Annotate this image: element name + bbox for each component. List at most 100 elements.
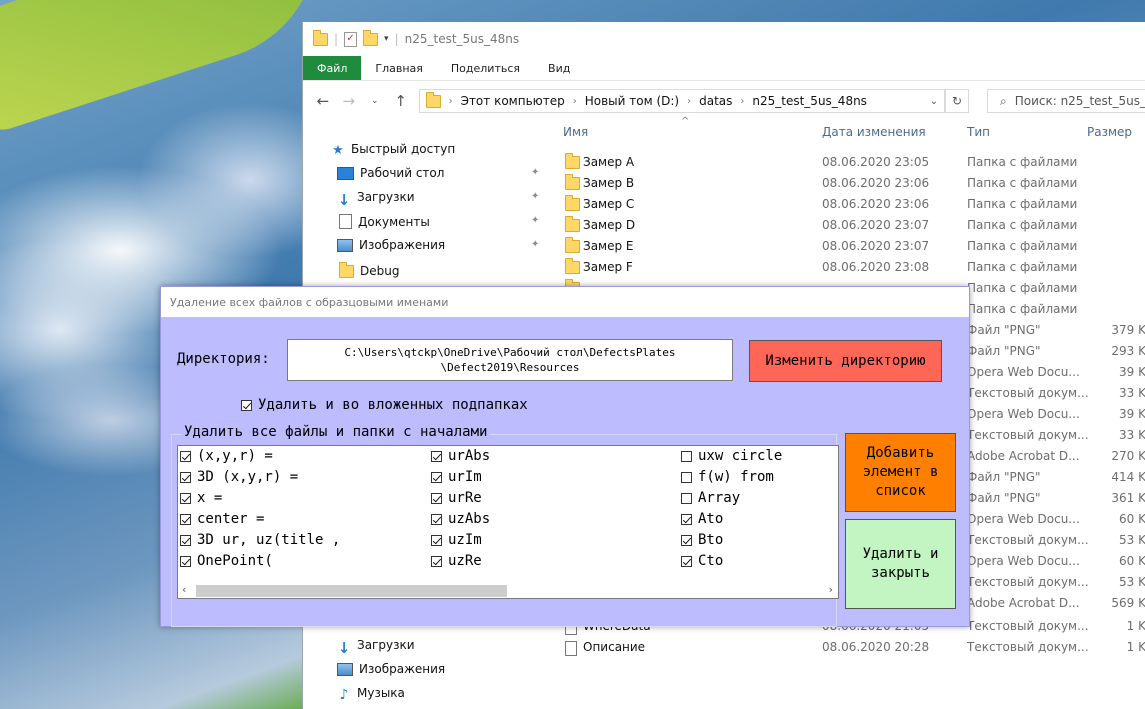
folder-icon: [565, 195, 580, 211]
address-dropdown-icon[interactable]: ⌄: [930, 96, 938, 107]
item-checkbox[interactable]: [681, 555, 692, 567]
nav-item-documents[interactable]: Документы: [339, 214, 430, 229]
chevron-right-icon[interactable]: ›: [740, 96, 744, 107]
delete-and-close-button[interactable]: Удалить и закрыть: [845, 519, 956, 609]
list-item[interactable]: Cto: [681, 553, 723, 569]
tab-home[interactable]: Главная: [361, 56, 437, 80]
list-item[interactable]: 3D (x,y,r) =: [180, 469, 298, 485]
file-row[interactable]: Замер A 08.06.2020 23:05 Папка с файлами: [563, 152, 1145, 173]
item-checkbox[interactable]: [681, 471, 692, 483]
column-size[interactable]: Размер: [1087, 125, 1132, 139]
file-row[interactable]: Описание 08.06.2020 20:28 Текстовый докум.…: [563, 637, 1145, 658]
item-checkbox[interactable]: [180, 555, 191, 567]
list-item[interactable]: f(w) from: [681, 469, 774, 485]
item-checkbox[interactable]: [431, 513, 442, 525]
scroll-left-icon[interactable]: ‹: [181, 583, 188, 596]
list-item[interactable]: uxw circle: [681, 448, 782, 464]
chevron-right-icon[interactable]: ›: [449, 96, 453, 107]
list-item[interactable]: Bto: [681, 532, 723, 548]
list-item[interactable]: OnePoint(: [180, 553, 273, 569]
item-checkbox[interactable]: [431, 534, 442, 546]
search-input[interactable]: ⌕ Поиск: n25_test_5us_48ns: [986, 89, 1145, 113]
pin-icon[interactable]: ✦: [531, 215, 539, 226]
file-row[interactable]: Замер E 08.06.2020 23:07 Папка с файлами: [563, 236, 1145, 257]
subfolders-checkbox[interactable]: [241, 399, 252, 411]
list-item[interactable]: 3D ur, uz(title ,: [180, 532, 340, 548]
item-checkbox[interactable]: [681, 534, 692, 546]
list-item[interactable]: x =: [180, 490, 222, 506]
item-checkbox[interactable]: [681, 450, 692, 462]
breadcrumb-item[interactable]: n25_test_5us_48ns: [752, 94, 867, 108]
back-arrow-icon[interactable]: ←: [315, 92, 331, 110]
nav-item-debug[interactable]: Debug: [339, 261, 400, 278]
breadcrumb-item[interactable]: Новый том (D:): [585, 94, 679, 108]
nav-item-downloads[interactable]: ↓ Загрузки: [337, 190, 415, 209]
tab-share[interactable]: Поделиться: [437, 56, 534, 80]
refresh-button[interactable]: ↻: [945, 89, 969, 113]
file-row[interactable]: Замер C 08.06.2020 23:06 Папка с файлами: [563, 194, 1145, 215]
scrollbar-thumb[interactable]: [196, 585, 507, 597]
chevron-right-icon[interactable]: ›: [573, 96, 577, 107]
nav-item-downloads[interactable]: ↓ Загрузки: [337, 638, 415, 657]
recent-locations-chevron-icon[interactable]: ⌄: [367, 96, 383, 106]
list-item[interactable]: center =: [180, 511, 264, 527]
list-item[interactable]: urRe: [431, 490, 482, 506]
prefix-checklist[interactable]: (x,y,r) = 3D (x,y,r) = x = center = 3D u…: [177, 445, 839, 599]
tab-file[interactable]: Файл: [303, 56, 362, 80]
item-checkbox[interactable]: [431, 492, 442, 504]
forward-arrow-icon[interactable]: →: [341, 92, 357, 110]
new-folder-icon[interactable]: [363, 29, 379, 46]
column-name[interactable]: Имя: [563, 125, 588, 139]
delete-files-dialog: Удаление всех файлов с образцовыми имена…: [160, 286, 970, 627]
pin-icon[interactable]: ✦: [531, 167, 539, 178]
item-checkbox[interactable]: [180, 450, 191, 462]
column-type[interactable]: Тип: [967, 125, 990, 139]
folder-icon[interactable]: [313, 29, 328, 46]
file-row[interactable]: Замер B 08.06.2020 23:06 Папка с файлами: [563, 173, 1145, 194]
item-checkbox[interactable]: [180, 534, 191, 546]
item-checkbox[interactable]: [431, 471, 442, 483]
pin-icon[interactable]: ✦: [531, 239, 539, 250]
column-date[interactable]: Дата изменения: [822, 125, 926, 139]
item-checkbox[interactable]: [431, 450, 442, 462]
list-item[interactable]: Array: [681, 490, 740, 506]
up-arrow-icon[interactable]: ↑: [393, 92, 409, 110]
nav-item-label: Debug: [360, 264, 400, 278]
nav-item-music[interactable]: ♪ Музыка: [337, 686, 405, 703]
horizontal-scrollbar[interactable]: ‹ ›: [178, 582, 838, 598]
list-item[interactable]: (x,y,r) =: [180, 448, 273, 464]
pin-icon[interactable]: ✦: [531, 191, 539, 202]
file-row[interactable]: Замер D 08.06.2020 23:07 Папка с файлами: [563, 215, 1145, 236]
scroll-right-icon[interactable]: ›: [827, 583, 834, 596]
nav-item-quick-access[interactable]: ★ Быстрый доступ: [331, 142, 456, 158]
address-bar[interactable]: › Этот компьютер › Новый том (D:) › data…: [418, 89, 946, 113]
item-checkbox[interactable]: [681, 513, 692, 525]
nav-item-images[interactable]: Изображения: [337, 662, 445, 676]
item-checkbox[interactable]: [180, 492, 191, 504]
list-item[interactable]: urAbs: [431, 448, 490, 464]
properties-icon[interactable]: ✓: [344, 31, 358, 47]
nav-item-desktop[interactable]: Рабочий стол: [337, 166, 444, 180]
list-item[interactable]: uzIm: [431, 532, 482, 548]
item-checkbox[interactable]: [180, 513, 191, 525]
breadcrumb-item[interactable]: Этот компьютер: [461, 94, 565, 108]
nav-item-label: Быстрый доступ: [351, 142, 456, 156]
folder-icon: [565, 237, 580, 253]
item-checkbox[interactable]: [681, 492, 692, 504]
change-directory-button[interactable]: Изменить директорию: [749, 340, 942, 382]
file-row[interactable]: Замер F 08.06.2020 23:08 Папка с файлами: [563, 257, 1145, 278]
directory-field[interactable]: C:\Users\qtckp\OneDrive\Рабочий стол\Def…: [287, 339, 733, 381]
quick-access-dropdown-icon[interactable]: ▾: [384, 34, 389, 44]
subfolders-checkbox-row[interactable]: Удалить и во вложенных подпапках: [241, 397, 528, 413]
item-checkbox[interactable]: [431, 555, 442, 567]
list-item[interactable]: urIm: [431, 469, 482, 485]
nav-item-images[interactable]: Изображения: [337, 238, 445, 252]
tab-view[interactable]: Вид: [534, 56, 584, 80]
chevron-right-icon[interactable]: ›: [687, 96, 691, 107]
list-item[interactable]: Ato: [681, 511, 723, 527]
add-item-button[interactable]: Добавить элемент в список: [845, 433, 956, 512]
list-item[interactable]: uzRe: [431, 553, 482, 569]
breadcrumb-item[interactable]: datas: [699, 94, 732, 108]
item-checkbox[interactable]: [180, 471, 191, 483]
list-item[interactable]: uzAbs: [431, 511, 490, 527]
